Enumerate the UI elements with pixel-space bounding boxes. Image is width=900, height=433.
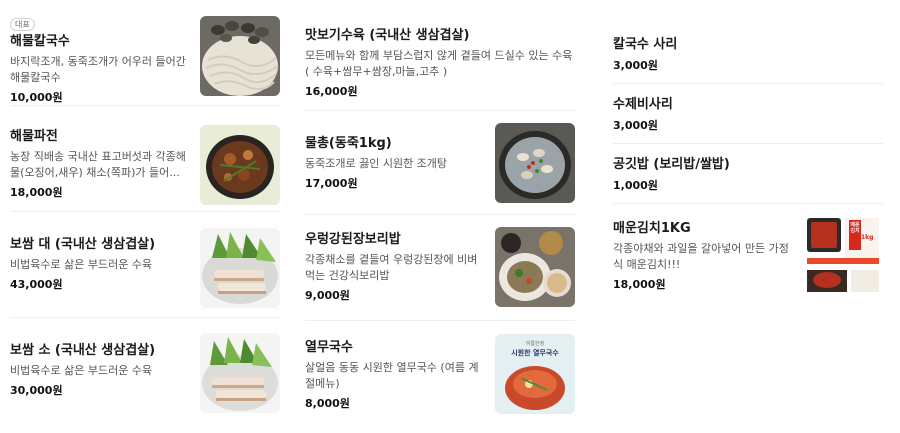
- menu-item-description: 비법육수로 삶은 부드러운 수육: [10, 364, 153, 377]
- clam-soup-photo[interactable]: [495, 123, 575, 203]
- menu-list: 대표 해물칼국수 바지락조개, 동죽조개가 어우러 들어간 해물칼국수 10,0…: [0, 0, 900, 433]
- menu-item-description: 살얼음 동동 시원한 열무국수 (여름 계절메뉴): [305, 361, 479, 390]
- kimchi-package-photo[interactable]: 매운김치 1kg: [803, 214, 883, 294]
- menu-item-matbogi-suyuk[interactable]: 맛보기수육 (국내산 생삼겹살) 모든메뉴와 함께 부담스럽지 않게 곁들여 드…: [305, 0, 575, 111]
- yeolmu-noodle-photo[interactable]: 여름한정 시원한 열무국수: [495, 334, 575, 414]
- menu-column-3: 칼국수 사리 3,000원 수제비사리 3,000원 공깃밥 (보리밥/쌀밥) …: [613, 0, 883, 304]
- menu-item-name: 물총(동죽1kg): [305, 136, 392, 151]
- menu-item-description: 동죽조개로 끓인 시원한 조개탕: [305, 157, 448, 170]
- menu-item-bossam-small[interactable]: 보쌈 소 (국내산 생삼겹살) 비법육수로 삶은 부드러운 수육 30,000원: [10, 318, 280, 433]
- menu-item-price: 18,000원: [10, 186, 63, 199]
- menu-item-sujebi-sari[interactable]: 수제비사리 3,000원: [613, 84, 883, 144]
- menu-item-name: 보쌈 대 (국내산 생삼겹살): [10, 237, 156, 252]
- menu-item-price: 9,000원: [305, 289, 350, 302]
- barley-rice-photo[interactable]: [495, 227, 575, 307]
- menu-item-description: 모든메뉴와 함께 부담스럽지 않게 곁들여 드실수 있는 수육( 수육+쌈무+쌈…: [305, 49, 573, 78]
- menu-item-haemul-pajeon[interactable]: 해물파전 농장 직배송 국내산 표고버섯과 각종해물(오징어,새우) 채소(쪽파…: [10, 106, 280, 212]
- menu-item-price: 10,000원: [10, 91, 63, 104]
- menu-item-mulchong[interactable]: 물총(동죽1kg) 동죽조개로 끓인 시원한 조개탕 17,000원: [305, 111, 575, 215]
- menu-item-price: 30,000원: [10, 384, 63, 397]
- menu-item-gonggibap[interactable]: 공깃밥 (보리밥/쌀밥) 1,000원: [613, 144, 883, 204]
- menu-item-name: 열무국수: [305, 340, 353, 355]
- menu-item-name: 보쌈 소 (국내산 생삼겹살): [10, 343, 156, 358]
- representative-badge: 대표: [10, 18, 35, 31]
- menu-item-description: 농장 직배송 국내산 표고버섯과 각종해물(오징어,새우) 채소(쪽파)가 들어…: [10, 150, 186, 179]
- menu-item-spicy-kimchi[interactable]: 매운김치1KG 각종야채와 과일을 갈아넣어 만든 가정식 매운김치!!! 18…: [613, 204, 883, 304]
- menu-item-description: 비법육수로 삶은 부드러운 수육: [10, 258, 153, 271]
- menu-item-price: 1,000원: [613, 179, 658, 192]
- menu-item-name: 맛보기수육 (국내산 생삼겹살): [305, 28, 470, 43]
- clam-noodle-photo[interactable]: [200, 16, 280, 96]
- menu-item-description: 각종야채와 과일을 갈아넣어 만든 가정식 매운김치!!!: [613, 242, 789, 271]
- menu-item-bossam-large[interactable]: 보쌈 대 (국내산 생삼겹살) 비법육수로 삶은 부드러운 수육 43,000원: [10, 212, 280, 318]
- seafood-pancake-photo[interactable]: [200, 125, 280, 205]
- menu-item-price: 3,000원: [613, 119, 658, 132]
- thumb-caption-small: 여름한정: [525, 341, 545, 347]
- menu-item-price: 3,000원: [613, 59, 658, 72]
- menu-item-ureong-boribap[interactable]: 우렁강된장보리밥 각종채소를 곁들여 우렁강된장에 비벼먹는 건강식보리밥 9,…: [305, 215, 575, 321]
- menu-item-name: 우렁강된장보리밥: [305, 232, 401, 247]
- menu-item-name: 해물파전: [10, 129, 58, 144]
- thumb-caption: 시원한 열무국수: [511, 349, 559, 357]
- menu-column-2: 맛보기수육 (국내산 생삼겹살) 모든메뉴와 함께 부담스럽지 않게 곁들여 드…: [305, 0, 575, 433]
- menu-item-kalguksu-sari[interactable]: 칼국수 사리 3,000원: [613, 0, 883, 84]
- menu-item-name: 수제비사리: [613, 97, 673, 112]
- thumb-caption-weight: 1kg: [861, 234, 874, 241]
- menu-item-name: 공깃밥 (보리밥/쌀밥): [613, 157, 730, 172]
- menu-item-haemul-kalguksu[interactable]: 대표 해물칼국수 바지락조개, 동죽조개가 어우러 들어간 해물칼국수 10,0…: [10, 0, 280, 106]
- menu-item-price: 8,000원: [305, 397, 350, 410]
- bossam-large-photo[interactable]: [200, 228, 280, 308]
- menu-item-price: 43,000원: [10, 278, 63, 291]
- menu-item-name: 칼국수 사리: [613, 37, 678, 52]
- menu-item-price: 17,000원: [305, 177, 358, 190]
- menu-item-description: 바지락조개, 동죽조개가 어우러 들어간 해물칼국수: [10, 55, 186, 84]
- menu-item-name: 해물칼국수: [10, 34, 70, 49]
- menu-item-price: 18,000원: [613, 278, 666, 291]
- menu-item-name: 매운김치1KG: [613, 221, 691, 236]
- bossam-small-photo[interactable]: [200, 333, 280, 413]
- menu-item-price: 16,000원: [305, 85, 358, 98]
- menu-item-yeolmu-guksu[interactable]: 열무국수 살얼음 동동 시원한 열무국수 (여름 계절메뉴) 8,000원 여름…: [305, 321, 575, 433]
- menu-item-description: 각종채소를 곁들여 우렁강된장에 비벼먹는 건강식보리밥: [305, 253, 478, 282]
- menu-column-1: 대표 해물칼국수 바지락조개, 동죽조개가 어우러 들어간 해물칼국수 10,0…: [10, 0, 280, 433]
- thumb-caption: 매운김치: [850, 222, 860, 234]
